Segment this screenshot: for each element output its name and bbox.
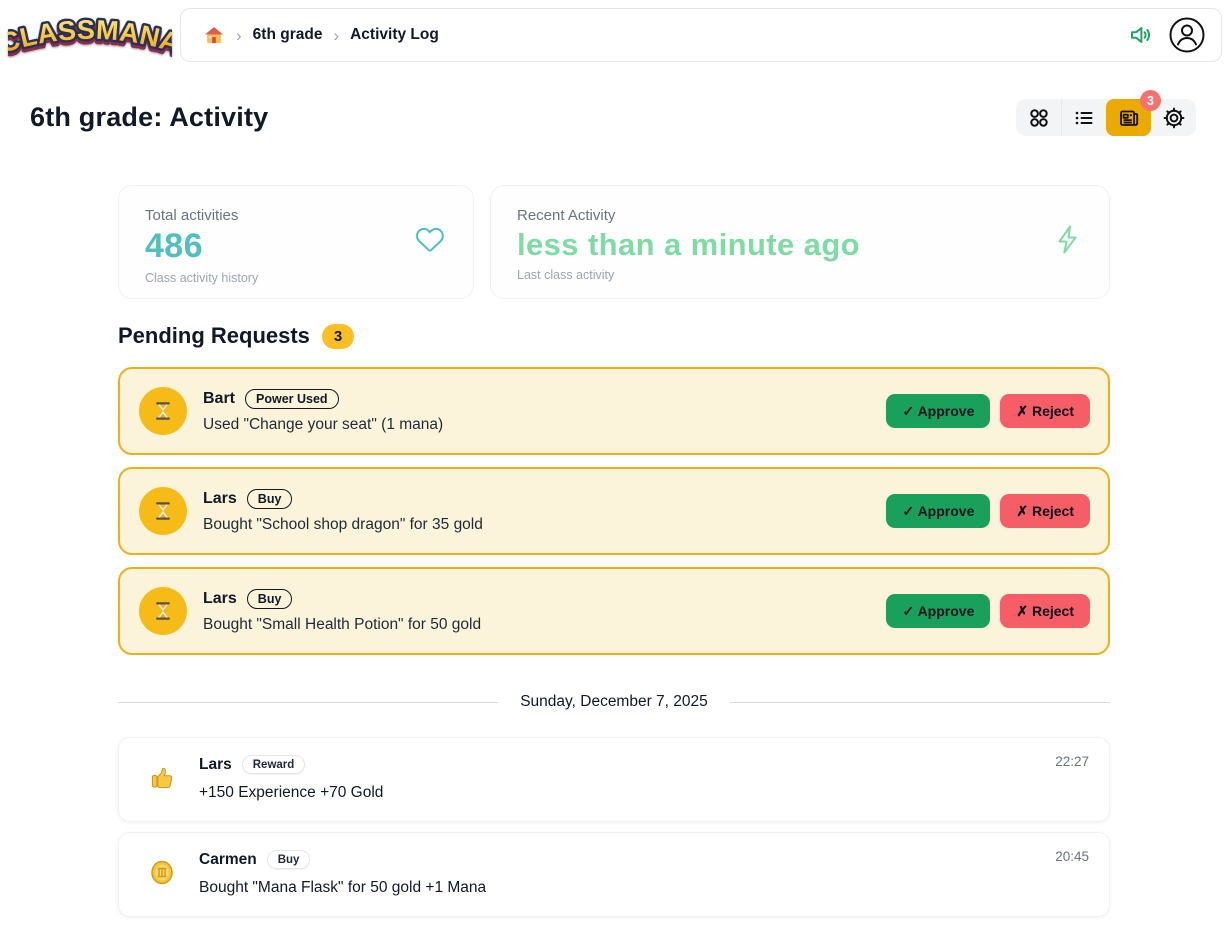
student-name: Carmen xyxy=(199,851,257,869)
activity-time: 20:45 xyxy=(1055,849,1089,864)
svg-text:CLASSMANA: CLASSMANA xyxy=(8,15,172,59)
request-description: Bought "School shop dragon" for 35 gold xyxy=(203,516,483,534)
total-activities-label: Total activities xyxy=(145,207,447,224)
hourglass-icon xyxy=(139,587,187,635)
request-actions: ✓ Approve ✗ Reject xyxy=(886,594,1090,628)
hourglass-icon xyxy=(139,487,187,535)
request-type-badge: Buy xyxy=(247,489,293,509)
activity-entry-content: Carmen Buy Bought "Mana Flask" for 50 go… xyxy=(199,850,1089,897)
activity-log-entry: Carmen Buy Bought "Mana Flask" for 50 go… xyxy=(118,832,1110,917)
list-icon xyxy=(1072,106,1096,130)
total-activities-value: 486 xyxy=(145,227,447,266)
pending-requests-list: Bart Power Used Used "Change your seat" … xyxy=(118,367,1110,655)
pending-requests-title: Pending Requests xyxy=(118,323,310,349)
activity-type-badge: Buy xyxy=(267,850,311,869)
activity-log-entry: Lars Reward +150 Experience +70 Gold 22:… xyxy=(118,737,1110,822)
pending-requests-header: Pending Requests 3 xyxy=(118,323,354,349)
request-actions: ✓ Approve ✗ Reject xyxy=(886,494,1090,528)
recent-activity-sub: Last class activity xyxy=(517,268,1083,282)
pending-request-content: Bart Power Used Used "Change your seat" … xyxy=(203,389,443,434)
total-activities-card: Total activities 486 Class activity hist… xyxy=(118,185,474,299)
breadcrumb-item-grade[interactable]: 6th grade xyxy=(253,26,323,44)
home-icon[interactable] xyxy=(203,25,225,45)
student-name: Bart xyxy=(203,390,235,408)
grid-view-button[interactable] xyxy=(1016,99,1061,136)
student-name: Lars xyxy=(203,490,237,508)
grid-icon xyxy=(1027,106,1051,130)
request-actions: ✓ Approve ✗ Reject xyxy=(886,394,1090,428)
total-activities-sub: Class activity history xyxy=(145,271,447,285)
list-view-button[interactable] xyxy=(1061,99,1106,136)
reject-button[interactable]: ✗ Reject xyxy=(1000,494,1090,528)
reject-button[interactable]: ✗ Reject xyxy=(1000,594,1090,628)
recent-activity-label: Recent Activity xyxy=(517,207,1083,224)
breadcrumb-item-activity-log[interactable]: Activity Log xyxy=(350,26,439,44)
request-type-badge: Power Used xyxy=(245,389,339,409)
pending-request-card: Lars Buy Bought "Small Health Potion" fo… xyxy=(118,567,1110,655)
stats-row: Total activities 486 Class activity hist… xyxy=(118,185,1110,299)
reject-button[interactable]: ✗ Reject xyxy=(1000,394,1090,428)
view-toggle: 3 xyxy=(1016,99,1196,136)
date-divider: Sunday, December 7, 2025 xyxy=(118,693,1110,711)
student-name: Lars xyxy=(203,590,237,608)
classmana-logo[interactable]: CLASSMANA xyxy=(8,6,178,64)
activity-entry-content: Lars Reward +150 Experience +70 Gold xyxy=(199,755,1089,802)
activity-log-list: Lars Reward +150 Experience +70 Gold 22:… xyxy=(118,737,1110,917)
recent-activity-value: less than a minute ago xyxy=(517,227,1083,263)
thumbs-up-icon xyxy=(149,764,175,795)
date-divider-label: Sunday, December 7, 2025 xyxy=(520,693,708,711)
approve-button[interactable]: ✓ Approve xyxy=(886,394,990,428)
feed-count-badge: 3 xyxy=(1140,90,1161,111)
user-avatar-icon xyxy=(1169,17,1205,53)
activity-time: 22:27 xyxy=(1055,754,1089,769)
student-name: Lars xyxy=(199,756,232,774)
profile-button[interactable] xyxy=(1169,17,1205,53)
breadcrumb: › 6th grade › Activity Log xyxy=(203,25,439,45)
request-type-badge: Buy xyxy=(247,589,293,609)
lightning-icon xyxy=(1055,225,1081,260)
request-description: Used "Change your seat" (1 mana) xyxy=(203,416,443,434)
activity-type-badge: Reward xyxy=(242,755,306,774)
pending-count-badge: 3 xyxy=(322,324,354,349)
title-row: 6th grade: Activity xyxy=(30,99,1196,136)
pending-request-content: Lars Buy Bought "School shop dragon" for… xyxy=(203,489,483,534)
heart-icon xyxy=(415,226,445,259)
speaker-icon xyxy=(1128,23,1154,47)
approve-button[interactable]: ✓ Approve xyxy=(886,594,990,628)
recent-activity-card: Recent Activity less than a minute ago L… xyxy=(490,185,1110,299)
request-description: Bought "Small Health Potion" for 50 gold xyxy=(203,616,481,634)
activity-description: +150 Experience +70 Gold xyxy=(199,784,1089,802)
divider-line xyxy=(730,702,1110,703)
classmana-logo-icon: CLASSMANA xyxy=(8,6,172,64)
pending-request-card: Bart Power Used Used "Change your seat" … xyxy=(118,367,1110,455)
header-actions xyxy=(1128,17,1205,53)
sound-button[interactable] xyxy=(1128,23,1154,47)
pending-request-content: Lars Buy Bought "Small Health Potion" fo… xyxy=(203,589,481,634)
activity-description: Bought "Mana Flask" for 50 gold +1 Mana xyxy=(199,879,1089,897)
top-bar: CLASSMANA › 6th grade › Activity Log xyxy=(8,6,1222,64)
pending-request-card: Lars Buy Bought "School shop dragon" for… xyxy=(118,467,1110,555)
approve-button[interactable]: ✓ Approve xyxy=(886,494,990,528)
divider-line xyxy=(118,702,498,703)
gear-icon xyxy=(1162,106,1186,130)
feed-icon xyxy=(1117,106,1141,130)
breadcrumb-separator: › xyxy=(333,27,339,44)
activity-log-page: CLASSMANA › 6th grade › Activity Log xyxy=(0,0,1228,926)
coin-icon xyxy=(149,859,175,890)
page-title: 6th grade: Activity xyxy=(30,102,268,133)
hourglass-icon xyxy=(139,387,187,435)
breadcrumb-separator: › xyxy=(236,27,242,44)
header-card: › 6th grade › Activity Log xyxy=(180,8,1222,62)
